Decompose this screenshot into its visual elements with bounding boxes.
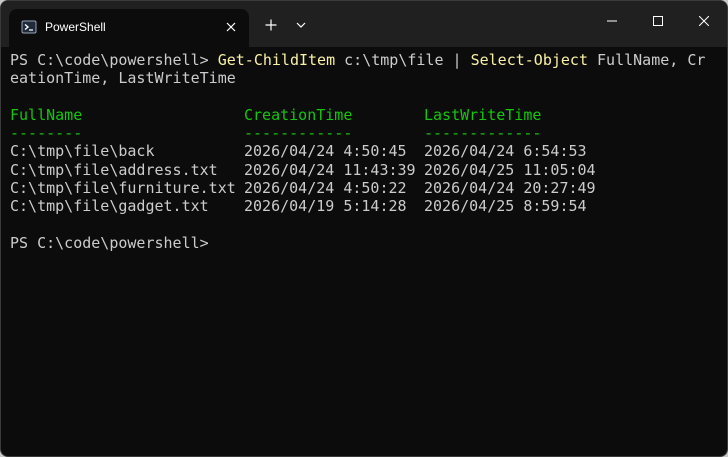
pipe-operator: | — [452, 51, 462, 69]
final-prompt: PS C:\code\powershell> — [10, 233, 209, 252]
header-creationtime: CreationTime — [244, 105, 353, 124]
cell-creationtime: 2026/04/19 5:14:28 — [244, 197, 407, 216]
command-space — [462, 51, 471, 69]
close-window-button[interactable] — [681, 1, 727, 41]
cell-fullname: C:\tmp\file\address.txt — [10, 160, 218, 179]
table-row: C:\tmp\file\back 2026/04/24 4:50:45 2026/0… — [10, 142, 720, 160]
command-properties-wrap: eationTime, LastWriteTime — [10, 69, 236, 88]
chevron-down-icon — [296, 22, 306, 28]
underline-creationtime: ------------ — [244, 124, 353, 143]
prompt: PS C:\code\powershell> — [10, 51, 218, 69]
underline-fullname: -------- — [10, 124, 83, 143]
cell-fullname: C:\tmp\file\gadget.txt — [10, 197, 209, 216]
minimize-icon — [607, 20, 617, 22]
new-tab-button[interactable] — [259, 13, 283, 37]
header-fullname: FullName — [10, 105, 83, 124]
cell-lastwritetime: 2026/04/24 6:54:53 — [424, 142, 587, 161]
table-underline-row: -------- ------------ ------------- — [10, 124, 720, 142]
command-line-1: PS C:\code\powershell> Get-ChildItem c:\… — [10, 51, 720, 69]
tab-title: PowerShell — [45, 20, 106, 34]
underline-lastwritetime: ------------- — [424, 124, 542, 143]
powershell-icon — [21, 20, 37, 34]
cell-fullname: C:\tmp\file\back — [10, 142, 155, 161]
maximize-icon — [653, 16, 663, 26]
plus-icon — [265, 19, 277, 31]
cell-lastwritetime: 2026/04/25 8:59:54 — [424, 197, 587, 216]
tab-close-button[interactable] — [221, 17, 241, 37]
table-row: C:\tmp\file\gadget.txt 2026/04/19 5:14:28… — [10, 197, 720, 215]
cell-creationtime: 2026/04/24 4:50:45 — [244, 142, 407, 161]
tab-powershell[interactable]: PowerShell — [9, 9, 249, 47]
minimize-button[interactable] — [589, 1, 635, 41]
final-prompt-line: PS C:\code\powershell> — [10, 234, 720, 252]
table-header-row: FullName CreationTime LastWriteTime — [10, 106, 720, 124]
table-row: C:\tmp\file\address.txt 2026/04/24 11:43:… — [10, 161, 720, 179]
command-select-object: Select-Object — [470, 51, 588, 69]
command-properties: FullName, Cr — [588, 51, 706, 69]
cell-creationtime: 2026/04/24 11:43:39 — [244, 160, 416, 179]
cell-creationtime: 2026/04/24 4:50:22 — [244, 179, 407, 198]
title-bar: PowerShell — [1, 1, 727, 47]
maximize-button[interactable] — [635, 1, 681, 41]
header-lastwritetime: LastWriteTime — [424, 105, 542, 124]
command-argument: c:\tmp\file — [335, 51, 453, 69]
cell-lastwritetime: 2026/04/24 20:27:49 — [424, 179, 596, 198]
cell-lastwritetime: 2026/04/25 11:05:04 — [424, 160, 596, 179]
cell-fullname: C:\tmp\file\furniture.txt — [10, 179, 236, 198]
terminal-window: PowerShell PS C:\code\powershell> Get-Ch… — [0, 0, 728, 457]
terminal-output[interactable]: PS C:\code\powershell> Get-ChildItem c:\… — [10, 51, 720, 252]
tab-dropdown-button[interactable] — [291, 13, 311, 37]
close-icon — [699, 16, 709, 26]
table-row: C:\tmp\file\furniture.txt 2026/04/24 4:50… — [10, 179, 720, 197]
close-icon — [226, 22, 236, 32]
command-line-2: eationTime, LastWriteTime — [10, 69, 720, 87]
command-get-childitem: Get-ChildItem — [217, 51, 336, 69]
